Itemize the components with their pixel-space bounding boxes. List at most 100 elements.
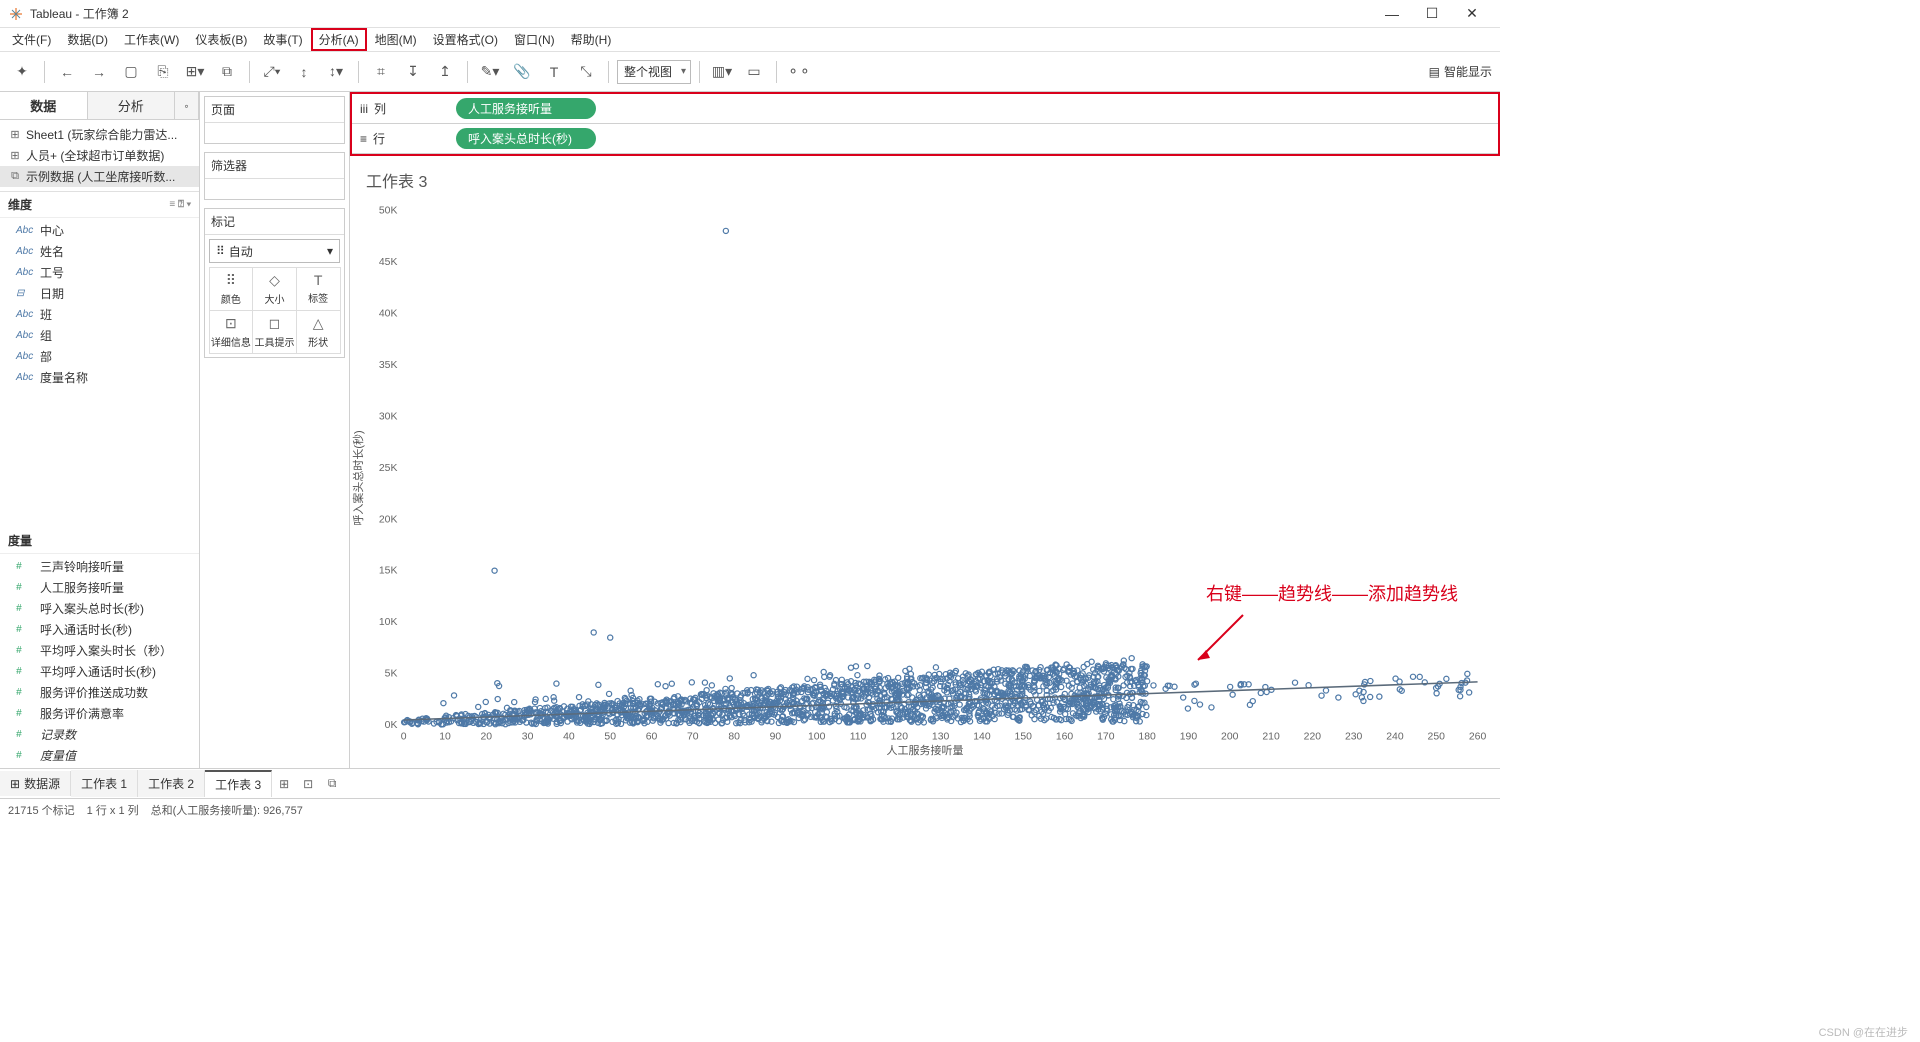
watermark: CSDN @在在进步 <box>1819 1024 1908 1040</box>
menu-4[interactable]: 故事(T) <box>255 28 310 51</box>
dimension-field[interactable]: Abc中心 <box>0 220 199 241</box>
menu-5[interactable]: 分析(A) <box>311 28 367 51</box>
measure-field[interactable]: #记录数 <box>0 724 199 745</box>
maximize-button[interactable]: ☐ <box>1412 5 1452 22</box>
highlight-button[interactable]: ✎▾ <box>476 58 504 86</box>
svg-text:10K: 10K <box>379 617 398 628</box>
close-button[interactable]: ✕ <box>1452 5 1492 22</box>
presentation-button[interactable]: ▭ <box>740 58 768 86</box>
columns-shelf[interactable]: iii列 人工服务接听量 <box>352 94 1498 124</box>
sheet-tab[interactable]: 工作表 1 <box>71 770 138 797</box>
measure-field[interactable]: #人工服务接听量 <box>0 577 199 598</box>
new-story-icon[interactable]: ⧉ <box>320 776 344 791</box>
dimension-field[interactable]: Abc部 <box>0 346 199 367</box>
menu-6[interactable]: 地图(M) <box>367 28 425 51</box>
sheet-tabs: ⊞数据源 工作表 1工作表 2工作表 3 ⊞ ⊡ ⧉ <box>0 768 1500 798</box>
svg-text:0: 0 <box>401 732 407 743</box>
mark-icon: ⊡ <box>225 315 237 332</box>
menu-8[interactable]: 窗口(N) <box>506 28 563 51</box>
menu-1[interactable]: 数据(D) <box>59 28 116 51</box>
filters-card[interactable]: 筛选器 <box>204 152 345 200</box>
dimension-field[interactable]: Abc工号 <box>0 262 199 283</box>
dimensions-header: 维度 ≡ ⍰ ▾ <box>0 192 199 218</box>
scatter-plot[interactable]: 0K5K10K15K20K25K30K35K40K45K50K010203040… <box>362 200 1488 756</box>
measure-field[interactable]: #呼入通话时长(秒) <box>0 619 199 640</box>
menu-7[interactable]: 设置格式(O) <box>425 28 506 51</box>
back-button[interactable]: ← <box>53 58 81 86</box>
chart-area[interactable]: 工作表 3 呼入案头总时长(秒) 0K5K10K15K20K25K30K35K4… <box>350 156 1500 768</box>
mark-大小[interactable]: ◇大小 <box>252 267 297 311</box>
minimize-button[interactable]: — <box>1372 6 1412 22</box>
menu-2[interactable]: 工作表(W) <box>116 28 187 51</box>
measure-field[interactable]: #服务评价满意率 <box>0 703 199 724</box>
pin-button[interactable]: 📎 <box>508 58 536 86</box>
tableau-icon[interactable]: ✦ <box>8 58 36 86</box>
mark-详细信息[interactable]: ⊡详细信息 <box>209 310 254 354</box>
menu-9[interactable]: 帮助(H) <box>563 28 620 51</box>
datasource-item[interactable]: ⧉示例数据 (人工坐席接听数... <box>0 166 199 187</box>
rows-shelf[interactable]: ≡行 呼入案头总时长(秒) <box>352 124 1498 154</box>
rows-icon: ≡ <box>360 132 367 146</box>
measure-field[interactable]: #平均呼入案头时长（秒） <box>0 640 199 661</box>
measure-field[interactable]: #三声铃响接听量 <box>0 556 199 577</box>
dimension-field[interactable]: Abc组 <box>0 325 199 346</box>
forward-button[interactable]: → <box>85 58 113 86</box>
pages-card[interactable]: 页面 <box>204 96 345 144</box>
duplicate-button[interactable]: ⧉ <box>213 58 241 86</box>
new-sheet-button[interactable]: ⊞▾ <box>181 58 209 86</box>
mark-工具提示[interactable]: ◻工具提示 <box>252 310 297 354</box>
data-pane: 数据 分析 ◦ ⊞Sheet1 (玩家综合能力雷达...⊞人员+ (全球超市订单… <box>0 92 200 768</box>
tab-data[interactable]: 数据 <box>0 92 88 119</box>
menu-3[interactable]: 仪表板(B) <box>187 28 255 51</box>
fix-axis-button[interactable]: ⤡ <box>572 58 600 86</box>
totals-button[interactable]: ↧ <box>399 58 427 86</box>
field-type-icon: # <box>16 729 34 740</box>
column-pill[interactable]: 人工服务接听量 <box>456 98 596 119</box>
field-type-icon: # <box>16 603 34 614</box>
new-worksheet-icon[interactable]: ⊞ <box>272 777 296 791</box>
svg-text:30: 30 <box>522 732 534 743</box>
svg-text:40: 40 <box>563 732 575 743</box>
svg-text:190: 190 <box>1180 732 1198 743</box>
sort-asc-button[interactable]: ↕ <box>290 58 318 86</box>
label-button[interactable]: T <box>540 58 568 86</box>
tab-analysis[interactable]: 分析 <box>88 92 176 119</box>
row-pill[interactable]: 呼入案头总时长(秒) <box>456 128 596 149</box>
swap-button[interactable]: ⤢▾ <box>258 58 286 86</box>
sheet-tab[interactable]: 工作表 2 <box>138 770 205 797</box>
measure-field[interactable]: #平均呼入通话时长(秒) <box>0 661 199 682</box>
datasource-item[interactable]: ⊞人员+ (全球超市订单数据) <box>0 145 199 166</box>
sheet-tab[interactable]: 工作表 3 <box>205 770 272 797</box>
svg-text:110: 110 <box>850 732 867 743</box>
measure-field[interactable]: #度量值 <box>0 745 199 766</box>
save-button[interactable]: ▢ <box>117 58 145 86</box>
mark-形状[interactable]: △形状 <box>296 310 341 354</box>
dimension-field[interactable]: Abc度量名称 <box>0 367 199 388</box>
dimension-field[interactable]: Abc姓名 <box>0 241 199 262</box>
group-button[interactable]: ⌗ <box>367 58 395 86</box>
new-dashboard-icon[interactable]: ⊡ <box>296 777 320 791</box>
new-datasource-button[interactable]: ⎘ <box>149 58 177 86</box>
view-mode-select[interactable]: 整个视图 <box>617 60 691 84</box>
sort-desc-button[interactable]: ↕▾ <box>322 58 350 86</box>
tab-datasource[interactable]: ⊞数据源 <box>0 771 71 796</box>
sheet-title[interactable]: 工作表 3 <box>366 168 1488 192</box>
share-button[interactable]: ⚬⚬ <box>785 58 813 86</box>
show-cards-button[interactable]: ▥▾ <box>708 58 736 86</box>
measure-field[interactable]: #呼入案头总时长(秒) <box>0 598 199 619</box>
mark-标签[interactable]: T标签 <box>296 267 341 311</box>
dimension-field[interactable]: Abc班 <box>0 304 199 325</box>
status-rowcol: 1 行 x 1 列 <box>87 802 139 818</box>
svg-text:100: 100 <box>808 732 826 743</box>
field-type-icon: # <box>16 624 34 635</box>
datasource-item[interactable]: ⊞Sheet1 (玩家综合能力雷达... <box>0 124 199 145</box>
dimension-field[interactable]: ⊟日期 <box>0 283 199 304</box>
tab-collapse-icon[interactable]: ◦ <box>175 92 199 119</box>
percent-button[interactable]: ↥ <box>431 58 459 86</box>
mark-颜色[interactable]: ⠿颜色 <box>209 267 254 311</box>
measure-field[interactable]: #服务评价推送成功数 <box>0 682 199 703</box>
menu-0[interactable]: 文件(F) <box>4 28 59 51</box>
mark-type-select[interactable]: ⠿自动▾ <box>209 239 340 263</box>
dimensions-menu-icon[interactable]: ≡ ⍰ ▾ <box>169 199 191 210</box>
show-me-button[interactable]: ▤ 智能显示 <box>1429 63 1492 80</box>
